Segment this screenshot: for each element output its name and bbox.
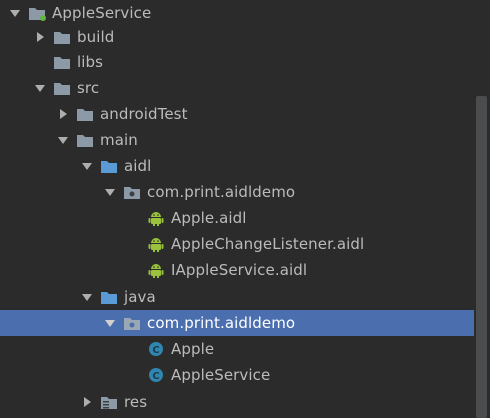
tree-item-libs[interactable]: libs xyxy=(0,49,490,75)
tree-item-iappleservice-aidl[interactable]: IAppleService.aidl xyxy=(0,257,490,283)
tree-item-label: build xyxy=(77,28,115,46)
tree-item-label: main xyxy=(100,131,138,149)
chevron-down-icon[interactable] xyxy=(103,316,117,330)
tree-item-package-aidl[interactable]: com.print.aidldemo xyxy=(0,179,490,205)
source-folder-icon xyxy=(100,288,118,306)
tree-item-appleservice-module[interactable]: AppleService xyxy=(0,0,490,26)
svg-text:C: C xyxy=(152,345,159,356)
package-icon xyxy=(123,314,141,332)
tree-item-java[interactable]: java xyxy=(0,284,490,310)
tree-item-label: AppleService xyxy=(171,366,271,384)
chevron-down-icon[interactable] xyxy=(8,6,22,20)
chevron-down-icon[interactable] xyxy=(80,159,94,173)
tree-item-package-java[interactable]: com.print.aidldemo xyxy=(0,310,490,336)
tree-item-applechangelistener-aidl[interactable]: AppleChangeListener.aidl xyxy=(0,231,490,257)
android-icon xyxy=(147,235,165,253)
folder-icon xyxy=(53,53,71,71)
chevron-down-icon[interactable] xyxy=(56,133,70,147)
tree-item-androidtest[interactable]: androidTest xyxy=(0,101,490,127)
folder-icon xyxy=(53,28,71,46)
tree-item-label: aidl xyxy=(124,157,152,175)
tree-item-appleservice-class[interactable]: C AppleService xyxy=(0,362,490,388)
tree-item-label: IAppleService.aidl xyxy=(171,261,308,279)
project-tree: AppleService build libs src androidTest xyxy=(0,0,490,418)
android-icon xyxy=(147,209,165,227)
tree-item-label: Apple xyxy=(171,340,215,358)
tree-item-label: AppleService xyxy=(52,4,152,22)
tree-item-label: androidTest xyxy=(100,105,188,123)
module-folder-icon xyxy=(28,4,46,22)
class-icon: C xyxy=(147,366,165,384)
tree-item-src[interactable]: src xyxy=(0,75,490,101)
tree-item-label: src xyxy=(77,79,100,97)
folder-icon xyxy=(76,131,94,149)
tree-item-apple-aidl[interactable]: Apple.aidl xyxy=(0,205,490,231)
class-icon: C xyxy=(147,340,165,358)
tree-item-label: libs xyxy=(77,53,104,71)
chevron-right-icon[interactable] xyxy=(56,107,70,121)
tree-item-aidl[interactable]: aidl xyxy=(0,153,490,179)
svg-text:C: C xyxy=(152,371,159,382)
tree-item-main[interactable]: main xyxy=(0,127,490,153)
tree-item-res[interactable]: res xyxy=(0,389,490,415)
package-icon xyxy=(123,183,141,201)
source-folder-icon xyxy=(100,157,118,175)
vertical-scrollbar[interactable] xyxy=(474,0,490,418)
tree-item-label: com.print.aidldemo xyxy=(147,183,296,201)
chevron-right-icon[interactable] xyxy=(80,395,94,409)
resource-folder-icon xyxy=(100,393,118,411)
tree-item-label: Apple.aidl xyxy=(171,209,247,227)
chevron-right-icon[interactable] xyxy=(33,30,47,44)
android-icon xyxy=(147,261,165,279)
tree-item-label: AppleChangeListener.aidl xyxy=(171,235,365,253)
tree-item-label: java xyxy=(124,288,156,306)
folder-icon xyxy=(76,105,94,123)
chevron-down-icon[interactable] xyxy=(80,290,94,304)
folder-icon xyxy=(53,79,71,97)
scrollbar-thumb[interactable] xyxy=(476,96,487,418)
tree-item-label: com.print.aidldemo xyxy=(147,314,296,332)
tree-item-build[interactable]: build xyxy=(0,24,490,50)
chevron-down-icon[interactable] xyxy=(33,81,47,95)
chevron-down-icon[interactable] xyxy=(103,185,117,199)
tree-item-label: res xyxy=(124,393,148,411)
tree-item-apple-class[interactable]: C Apple xyxy=(0,336,490,362)
